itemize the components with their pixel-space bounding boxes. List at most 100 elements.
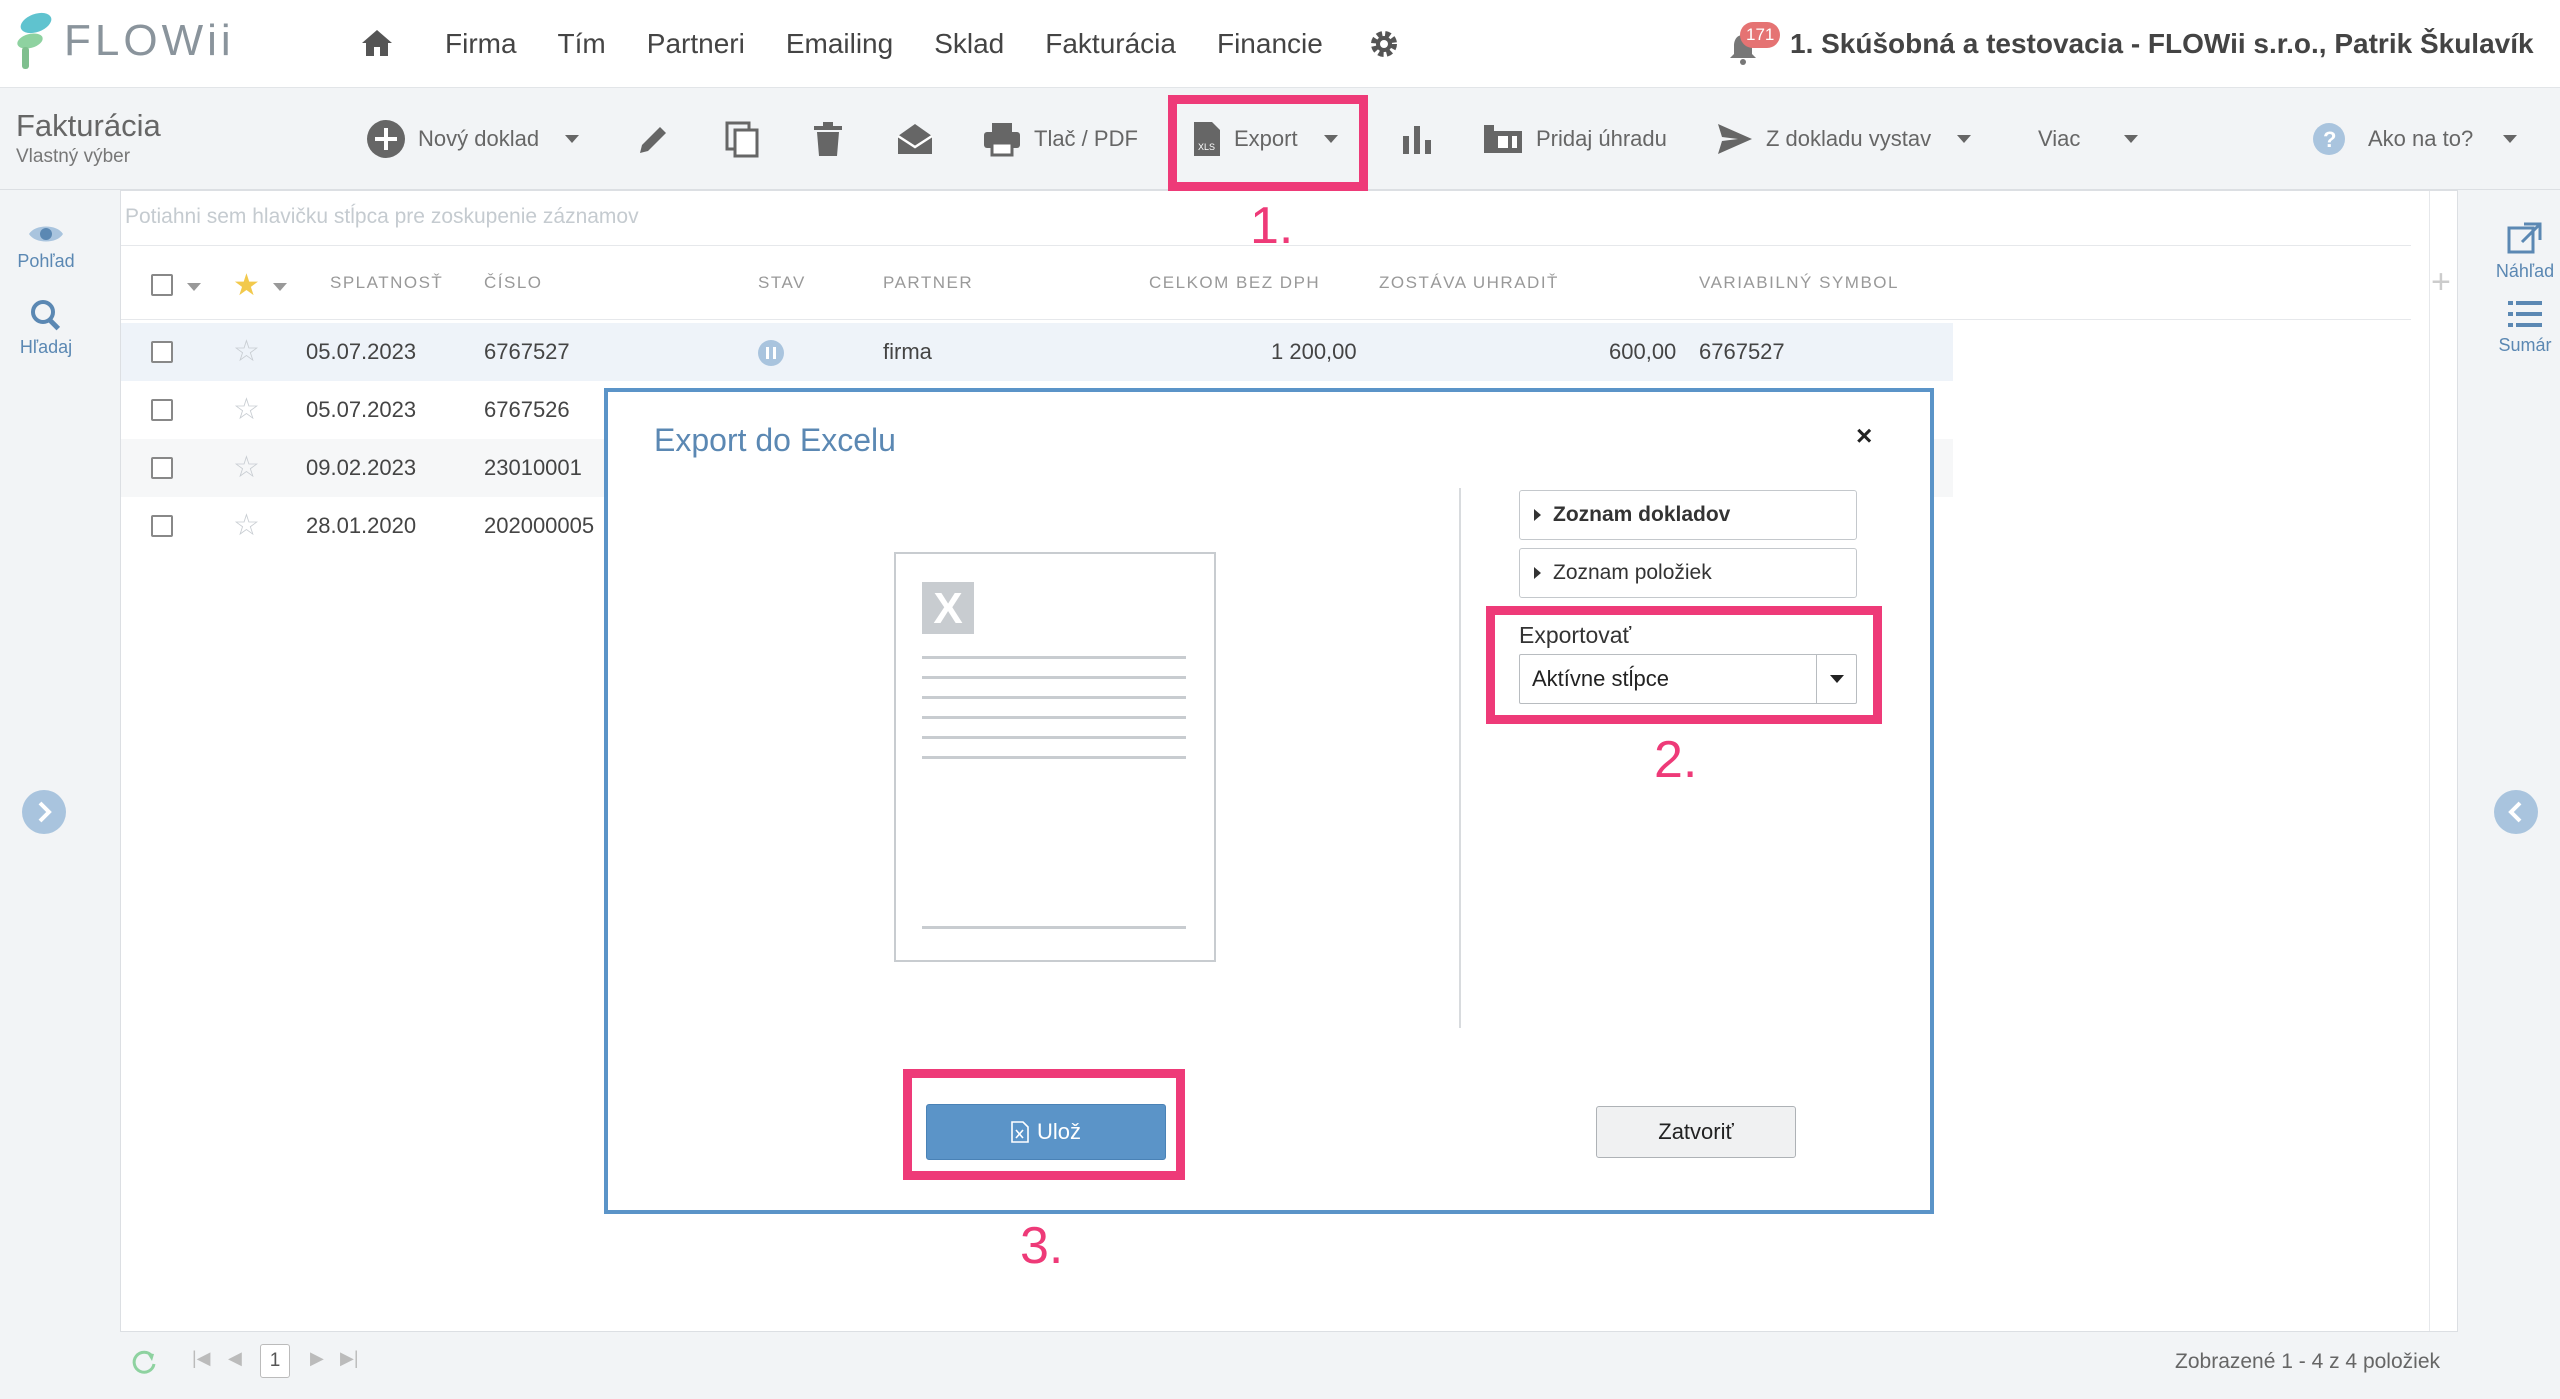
chevron-down-icon xyxy=(2124,135,2139,143)
cell-number: 23010001 xyxy=(484,455,582,480)
refresh-icon[interactable] xyxy=(130,1348,158,1376)
nav-financie[interactable]: Financie xyxy=(1217,28,1323,60)
add-column-icon[interactable]: + xyxy=(2431,263,2451,302)
list-icon xyxy=(2508,301,2542,327)
row-checkbox[interactable] xyxy=(151,341,173,363)
divider xyxy=(121,319,2411,320)
column-header-remaining[interactable]: ZOSTÁVA UHRADIŤ xyxy=(1379,273,1559,293)
table-row[interactable]: ☆ 05.07.2023 6767527 firma 1 200,00 600,… xyxy=(121,323,1953,381)
edit-button[interactable] xyxy=(636,88,672,190)
plus-circle-icon xyxy=(367,120,405,158)
print-pdf-button[interactable]: Tlač / PDF xyxy=(982,88,1138,190)
gear-icon[interactable] xyxy=(1368,28,1400,60)
nav-firma[interactable]: Firma xyxy=(445,28,517,60)
column-header-vs[interactable]: VARIABILNÝ SYMBOL xyxy=(1699,273,1899,293)
column-header-total[interactable]: CELKOM BEZ DPH xyxy=(1149,273,1320,293)
search-icon xyxy=(31,300,61,331)
star-icon[interactable]: ☆ xyxy=(233,453,260,483)
export-excel-dialog: Export do Excelu × X Zoznam dokladov Zoz… xyxy=(604,388,1934,1214)
flowii-logo[interactable]: FLOWii xyxy=(14,10,235,72)
caret-right-icon xyxy=(1534,509,1541,521)
chevron-right-icon xyxy=(38,801,52,823)
statistics-button[interactable] xyxy=(1400,88,1434,190)
items-list-label: Zoznam položiek xyxy=(1553,561,1712,584)
annotation-box-export xyxy=(1168,95,1368,191)
pencil-icon xyxy=(640,127,666,153)
annotation-number: 1. xyxy=(1250,197,1294,255)
new-document-button[interactable]: Nový doklad xyxy=(366,88,580,190)
star-icon[interactable]: ☆ xyxy=(233,337,260,367)
user-company-info[interactable]: 1. Skúšobná a testovacia - FLOWii s.r.o.… xyxy=(1790,28,2534,60)
annotation-number: 3. xyxy=(1020,1217,1064,1275)
star-icon[interactable]: ☆ xyxy=(233,395,260,425)
close-icon[interactable]: × xyxy=(1856,420,1872,452)
issue-from-label: Z dokladu vystav xyxy=(1766,126,1932,151)
doc-line xyxy=(922,676,1186,679)
page-subtitle: Vlastný výber xyxy=(16,146,131,167)
expand-right-arrow[interactable] xyxy=(2494,790,2538,834)
doc-line xyxy=(922,696,1186,699)
left-sidebar: Pohľad Hľadaj xyxy=(0,190,92,1399)
nav-tim[interactable]: Tím xyxy=(558,28,606,60)
doc-line xyxy=(922,926,1186,929)
close-button[interactable]: Zatvoriť xyxy=(1596,1106,1796,1158)
cell-due: 09.02.2023 xyxy=(306,455,417,480)
external-link-icon xyxy=(2507,222,2542,254)
main-nav: Firma Tím Partneri Emailing Sklad Faktur… xyxy=(445,0,1364,88)
copy-icon xyxy=(725,121,759,158)
row-checkbox[interactable] xyxy=(151,515,173,537)
select-all-checkbox[interactable] xyxy=(151,274,173,296)
copy-button[interactable] xyxy=(724,88,760,190)
items-list-option[interactable]: Zoznam položiek xyxy=(1519,548,1857,598)
envelope-open-icon xyxy=(897,124,933,154)
column-header-due[interactable]: SPLATNOSŤ xyxy=(330,273,443,293)
question-circle-icon: ? xyxy=(2313,123,2345,155)
page-title: Fakturácia xyxy=(16,108,161,143)
first-page-icon[interactable]: |◀ xyxy=(192,1348,211,1369)
nav-fakturacia[interactable]: Fakturácia xyxy=(1045,28,1176,60)
home-icon[interactable] xyxy=(360,28,394,58)
issue-from-document-button[interactable]: Z dokladu vystav xyxy=(1716,88,1972,190)
preview-button[interactable]: Náhľad xyxy=(2490,220,2560,282)
doc-line xyxy=(922,656,1186,659)
nav-sklad[interactable]: Sklad xyxy=(934,28,1004,60)
row-checkbox[interactable] xyxy=(151,399,173,421)
row-checkbox[interactable] xyxy=(151,457,173,479)
view-button[interactable]: Pohľad xyxy=(0,222,92,272)
help-label: Ako na to? xyxy=(2368,126,2474,151)
payment-icon xyxy=(1484,125,1522,153)
annotation-box-export-select xyxy=(1486,606,1882,724)
chevron-down-icon[interactable] xyxy=(273,283,287,291)
next-page-icon[interactable]: ▶ xyxy=(310,1348,324,1369)
more-button[interactable]: Viac xyxy=(2038,88,2139,190)
last-page-icon[interactable]: ▶| xyxy=(340,1348,359,1369)
add-payment-button[interactable]: Pridaj úhradu xyxy=(1482,88,1667,190)
excel-document-preview: X xyxy=(894,552,1216,962)
nav-partneri[interactable]: Partneri xyxy=(647,28,745,60)
search-button[interactable]: Hľadaj xyxy=(0,298,92,358)
caret-right-icon xyxy=(1534,567,1541,579)
chevron-down-icon xyxy=(565,135,580,143)
documents-list-option[interactable]: Zoznam dokladov xyxy=(1519,490,1857,540)
email-button[interactable] xyxy=(896,88,934,190)
trash-icon xyxy=(814,122,842,156)
top-navbar: FLOWii Firma Tím Partneri Emailing Sklad… xyxy=(0,0,2560,88)
prev-page-icon[interactable]: ◀ xyxy=(228,1348,242,1369)
chevron-down-icon[interactable] xyxy=(187,283,201,291)
group-by-hint[interactable]: Potiahni sem hlavičku stĺpca pre zoskupe… xyxy=(125,205,639,229)
notifications[interactable]: 171 xyxy=(1728,22,1781,66)
star-icon[interactable]: ☆ xyxy=(233,511,260,541)
column-header-number[interactable]: ČÍSLO xyxy=(484,273,543,293)
star-filter-icon[interactable]: ★ xyxy=(233,271,260,301)
cell-partner: firma xyxy=(883,339,932,364)
current-page[interactable]: 1 xyxy=(260,1344,290,1378)
summary-button[interactable]: Sumár xyxy=(2490,298,2560,356)
delete-button[interactable] xyxy=(812,88,844,190)
help-button[interactable]: ? Ako na to? xyxy=(2312,88,2518,190)
expand-left-arrow[interactable] xyxy=(22,790,66,834)
column-header-partner[interactable]: PARTNER xyxy=(883,273,973,293)
column-header-status[interactable]: STAV xyxy=(758,273,806,293)
documents-list-label: Zoznam dokladov xyxy=(1553,503,1731,526)
chevron-left-icon xyxy=(2508,801,2522,823)
nav-emailing[interactable]: Emailing xyxy=(786,28,893,60)
